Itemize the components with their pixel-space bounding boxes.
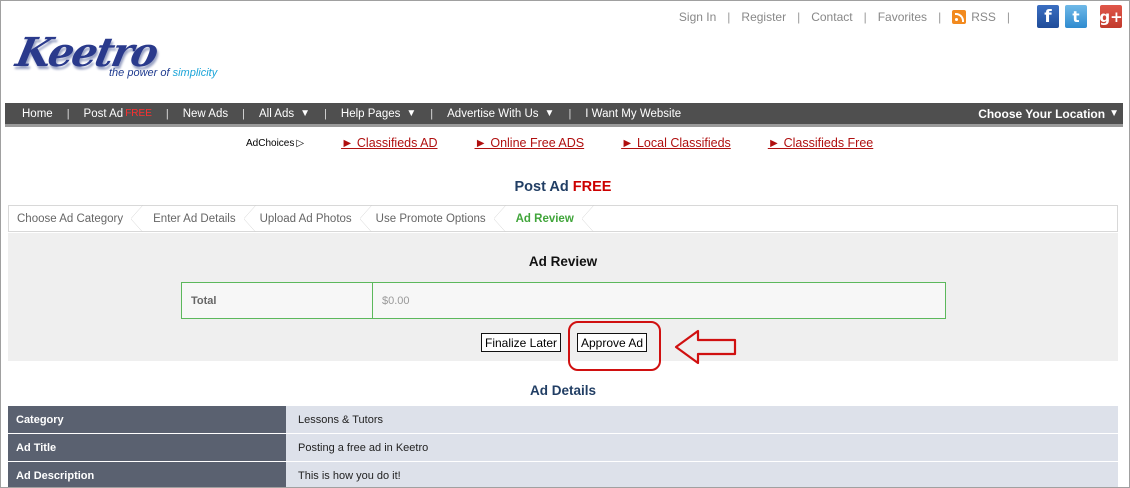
nav-advertise[interactable]: Advertise With Us ▼ xyxy=(447,108,554,120)
register-link[interactable]: Register xyxy=(741,10,786,24)
rss-label: RSS xyxy=(971,10,996,24)
progress-steps: Choose Ad Category Enter Ad Details Uplo… xyxy=(8,205,1118,232)
step-choose-category[interactable]: Choose Ad Category xyxy=(9,205,144,232)
location-label: Choose Your Location xyxy=(978,106,1106,121)
location-selector[interactable]: Choose Your Location ▼ xyxy=(978,107,1119,121)
facebook-icon[interactable]: f xyxy=(1037,5,1059,28)
chevron-down-icon: ▼ xyxy=(544,108,555,119)
detail-value: Lessons & Tutors xyxy=(286,406,1118,433)
rss-link[interactable]: RSS xyxy=(952,10,996,24)
play-icon: ▷ xyxy=(296,137,305,149)
rss-icon xyxy=(952,10,967,24)
total-label: Total xyxy=(182,283,373,318)
separator: | xyxy=(727,10,731,24)
chevron-down-icon: ▼ xyxy=(300,108,311,119)
detail-label: Ad Description xyxy=(8,462,286,487)
pointer-arrow-icon xyxy=(674,329,737,365)
chevron-down-icon: ▼ xyxy=(406,108,417,119)
step-enter-details[interactable]: Enter Ad Details xyxy=(143,205,257,232)
separator: | xyxy=(863,10,867,24)
finalize-later-button[interactable]: Finalize Later xyxy=(481,333,562,352)
nav-help-pages-label: Help Pages xyxy=(340,107,401,120)
ad-link[interactable]: ► Local Classifieds xyxy=(621,136,731,150)
nav-separator: | xyxy=(568,107,572,120)
free-badge: FREE xyxy=(125,108,152,119)
total-table: Total $0.00 xyxy=(181,282,946,319)
nav-separator: | xyxy=(242,107,245,120)
ad-link[interactable]: ► Classifieds Free xyxy=(768,136,873,150)
tagline-prefix: the power of xyxy=(109,67,170,79)
nav-advertise-label: Advertise With Us xyxy=(447,107,539,120)
nav-home[interactable]: Home xyxy=(22,108,53,120)
ad-links-row: AdChoices ▷ ► Classifieds AD ► Online Fr… xyxy=(246,136,910,150)
main-nav: Home | Post Ad FREE | New Ads | All Ads … xyxy=(5,103,1123,127)
top-links: Sign In | Register | Contact | Favorites… xyxy=(679,10,1021,24)
highlight-circle xyxy=(568,321,661,371)
nav-website[interactable]: I Want My Website xyxy=(585,108,681,120)
adchoices-label: AdChoices xyxy=(246,137,295,149)
step-promote-options[interactable]: Use Promote Options xyxy=(372,205,506,232)
nav-separator: | xyxy=(430,107,434,120)
page-frame: Sign In | Register | Contact | Favorites… xyxy=(0,0,1130,488)
detail-value: This is how you do it! xyxy=(286,462,1118,487)
twitter-icon[interactable]: t xyxy=(1065,5,1087,28)
google-plus-icon[interactable]: g+ xyxy=(1099,5,1123,28)
nav-help-pages[interactable]: Help Pages ▼ xyxy=(341,108,416,120)
logo-tagline: the power of simplicity xyxy=(109,67,217,79)
review-title: Ad Review xyxy=(528,254,598,269)
chevron-down-icon: ▼ xyxy=(1109,108,1119,119)
step-ad-review[interactable]: Ad Review xyxy=(506,205,594,232)
detail-value: Posting a free ad in Keetro xyxy=(286,434,1118,461)
total-value: $0.00 xyxy=(382,294,410,307)
separator: | xyxy=(938,10,942,24)
separator: | xyxy=(797,10,801,24)
favorites-link[interactable]: Favorites xyxy=(878,10,927,24)
nav-separator: | xyxy=(66,107,70,120)
detail-row: Category Lessons & Tutors xyxy=(8,406,1118,433)
separator: | xyxy=(1006,10,1010,24)
detail-label: Ad Title xyxy=(8,434,286,461)
nav-all-ads-label: All Ads xyxy=(258,107,295,120)
ad-link[interactable]: ► Classifieds AD xyxy=(341,136,437,150)
site-logo[interactable]: Keetro the power of simplicity xyxy=(12,29,233,85)
nav-separator: | xyxy=(324,107,327,120)
ad-link[interactable]: ► Online Free ADS xyxy=(475,136,585,150)
step-upload-photos[interactable]: Upload Ad Photos xyxy=(256,205,372,232)
sign-in-link[interactable]: Sign In xyxy=(679,10,716,24)
ad-review-panel: Ad Review Total $0.00 Finalize Later App… xyxy=(8,233,1118,371)
contact-link[interactable]: Contact xyxy=(811,10,852,24)
nav-all-ads[interactable]: All Ads ▼ xyxy=(259,108,310,120)
page-title-badge: FREE xyxy=(572,179,612,195)
nav-post-ad[interactable]: Post Ad FREE xyxy=(84,108,152,120)
tagline-accent: simplicity xyxy=(172,67,218,79)
details-title: Ad Details xyxy=(529,383,597,398)
nav-separator: | xyxy=(165,107,169,120)
page-title-text: Post Ad xyxy=(514,179,569,195)
nav-post-ad-label: Post Ad xyxy=(83,107,124,120)
detail-row: Ad Title Posting a free ad in Keetro xyxy=(8,434,1118,461)
adchoices-badge[interactable]: AdChoices ▷ xyxy=(246,138,304,149)
detail-label: Category xyxy=(8,406,286,433)
detail-row: Ad Description This is how you do it! xyxy=(8,462,1118,487)
page-title: Post Ad FREE xyxy=(1,179,1125,195)
nav-new-ads[interactable]: New Ads xyxy=(183,108,228,120)
